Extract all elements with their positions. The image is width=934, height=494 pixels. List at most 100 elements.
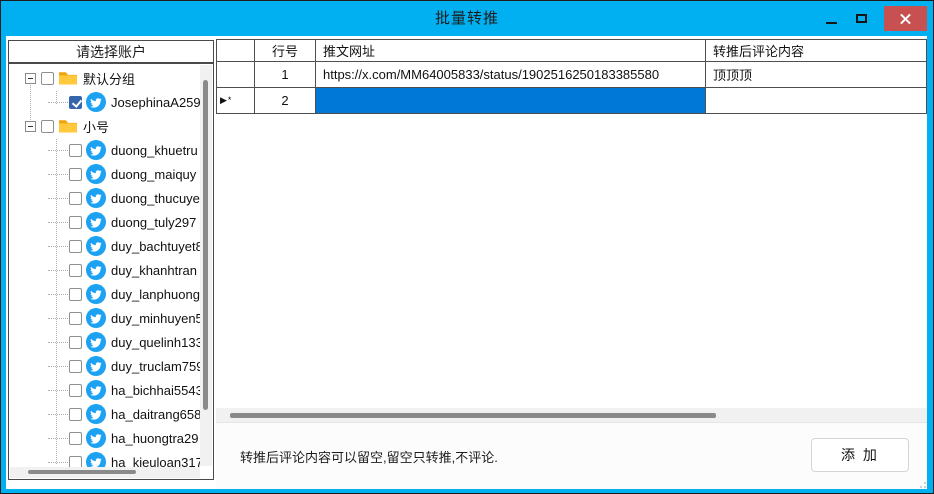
account-checkbox[interactable] [69,312,82,325]
tree-account-row[interactable]: duong_khuetru [10,138,214,162]
tree-vertical-scrollbar-thumb[interactable] [203,80,208,410]
tree-account-row[interactable]: duong_maiquy [10,162,214,186]
account-label: ha_huongtra29 [111,431,198,446]
tree-account-row[interactable]: duong_tuly297 [10,210,214,234]
tree-account-row[interactable]: ha_daitrang658 [10,402,214,426]
account-label: ha_daitrang658 [111,407,201,422]
account-tree: 默认分组 JosephinaA259 小号 duong_khuetru duon… [10,66,212,478]
account-label: duy_truclam759 [111,359,204,374]
folder-icon [58,68,78,88]
grid-row: 1 https://x.com/MM64005833/status/190251… [216,62,927,88]
minimize-button[interactable] [816,6,846,31]
account-checkbox[interactable] [69,168,82,181]
tweet-url-cell[interactable] [316,88,706,114]
account-label: duy_lanphuong [111,287,200,302]
account-label: duy_quelinh133 [111,335,203,350]
account-label: duy_khanhtran [111,263,197,278]
column-header-row-selector[interactable] [216,39,255,62]
group-checkbox[interactable] [41,72,54,85]
account-panel-header: 请选择账户 [8,40,214,63]
batch-retweet-window: 批量转推 请选择账户 默认分组 [0,0,934,494]
footer-panel: 转推后评论内容可以留空,留空只转推,不评论. 添 加 [216,422,927,489]
tree-account-row[interactable]: ha_huongtra29 [10,426,214,450]
tree-account-row[interactable]: ha_bichhai5543 [10,378,214,402]
tree-account-row[interactable]: duy_truclam759 [10,354,214,378]
tree-account-row[interactable]: duy_minhuyen5 [10,306,214,330]
tree-account-row[interactable]: duy_quelinh133 [10,330,214,354]
current-row-indicator: ▶* [220,95,232,106]
tree-account-row[interactable]: JosephinaA259 [10,90,214,114]
twitter-icon [86,260,106,280]
titlebar[interactable]: 批量转推 [1,1,933,36]
grid-header-row: 行号 推文网址 转推后评论内容 [216,39,927,62]
account-checkbox[interactable] [69,384,82,397]
twitter-icon [86,140,106,160]
line-no-cell[interactable]: 1 [255,62,316,88]
add-button[interactable]: 添 加 [811,438,909,472]
tree-group-row[interactable]: 小号 [10,114,214,138]
account-checkbox[interactable] [69,264,82,277]
grid-horizontal-scrollbar[interactable] [216,408,927,422]
window-title: 批量转推 [1,1,933,36]
tree-account-row[interactable]: duong_thucuye [10,186,214,210]
collapse-expander-icon[interactable] [25,121,36,132]
tree-group-row[interactable]: 默认分组 [10,66,214,90]
comment-cell[interactable]: 顶顶顶 [706,62,927,88]
account-checkbox[interactable] [69,288,82,301]
twitter-icon [86,332,106,352]
twitter-icon [86,92,106,112]
twitter-icon [86,284,106,304]
twitter-icon [86,404,106,424]
column-header-comment[interactable]: 转推后评论内容 [706,39,927,62]
maximize-button[interactable] [846,6,876,31]
line-no-cell[interactable]: 2 [255,88,316,114]
grid-rows: 1 https://x.com/MM64005833/status/190251… [216,62,927,114]
tree-account-row[interactable]: duy_khanhtran [10,258,214,282]
window-content: 请选择账户 默认分组 JosephinaA259 小号 [6,36,927,489]
tweet-url-cell[interactable]: https://x.com/MM64005833/status/19025162… [316,62,706,88]
collapse-expander-icon[interactable] [25,73,36,84]
maximize-icon [856,14,867,23]
account-checkbox[interactable] [69,96,82,109]
row-selector-cell[interactable] [216,62,255,88]
tree-horizontal-scrollbar[interactable] [10,467,200,478]
window-controls [816,6,927,31]
hint-text: 转推后评论内容可以留空,留空只转推,不评论. [240,423,498,489]
account-label: ha_bichhai5543 [111,383,203,398]
row-selector-cell[interactable]: ▶* [216,88,255,114]
account-label: duong_thucuye [111,191,200,206]
tree-vertical-scrollbar[interactable] [200,65,212,466]
grid-horizontal-scrollbar-thumb[interactable] [230,413,716,418]
account-label: duong_maiquy [111,167,196,182]
tree-account-row[interactable]: duy_lanphuong [10,282,214,306]
account-checkbox[interactable] [69,408,82,421]
twitter-icon [86,164,106,184]
tree-account-row[interactable]: duy_bachtuyet8 [10,234,214,258]
twitter-icon [86,212,106,232]
group-checkbox[interactable] [41,120,54,133]
twitter-icon [86,236,106,256]
tweet-grid: 行号 推文网址 转推后评论内容 1 https://x.com/MM640058… [216,39,927,114]
account-checkbox[interactable] [69,432,82,445]
grid-row: ▶* 2 [216,88,927,114]
account-checkbox[interactable] [69,144,82,157]
account-label: duy_bachtuyet8 [111,239,203,254]
account-label: duong_tuly297 [111,215,196,230]
comment-cell[interactable] [706,88,927,114]
tree-horizontal-scrollbar-thumb[interactable] [28,470,136,474]
twitter-icon [86,428,106,448]
account-checkbox[interactable] [69,240,82,253]
group-label: 默认分组 [83,69,135,88]
twitter-icon [86,380,106,400]
account-checkbox[interactable] [69,360,82,373]
twitter-icon [86,356,106,376]
resize-grip-icon[interactable] [916,478,926,488]
column-header-line-no[interactable]: 行号 [255,39,316,62]
column-header-tweet-url[interactable]: 推文网址 [316,39,706,62]
close-button[interactable] [884,6,927,31]
account-checkbox[interactable] [69,216,82,229]
account-tree-panel: 默认分组 JosephinaA259 小号 duong_khuetru duon… [8,63,214,480]
account-checkbox[interactable] [69,192,82,205]
account-checkbox[interactable] [69,336,82,349]
close-icon [899,12,912,25]
